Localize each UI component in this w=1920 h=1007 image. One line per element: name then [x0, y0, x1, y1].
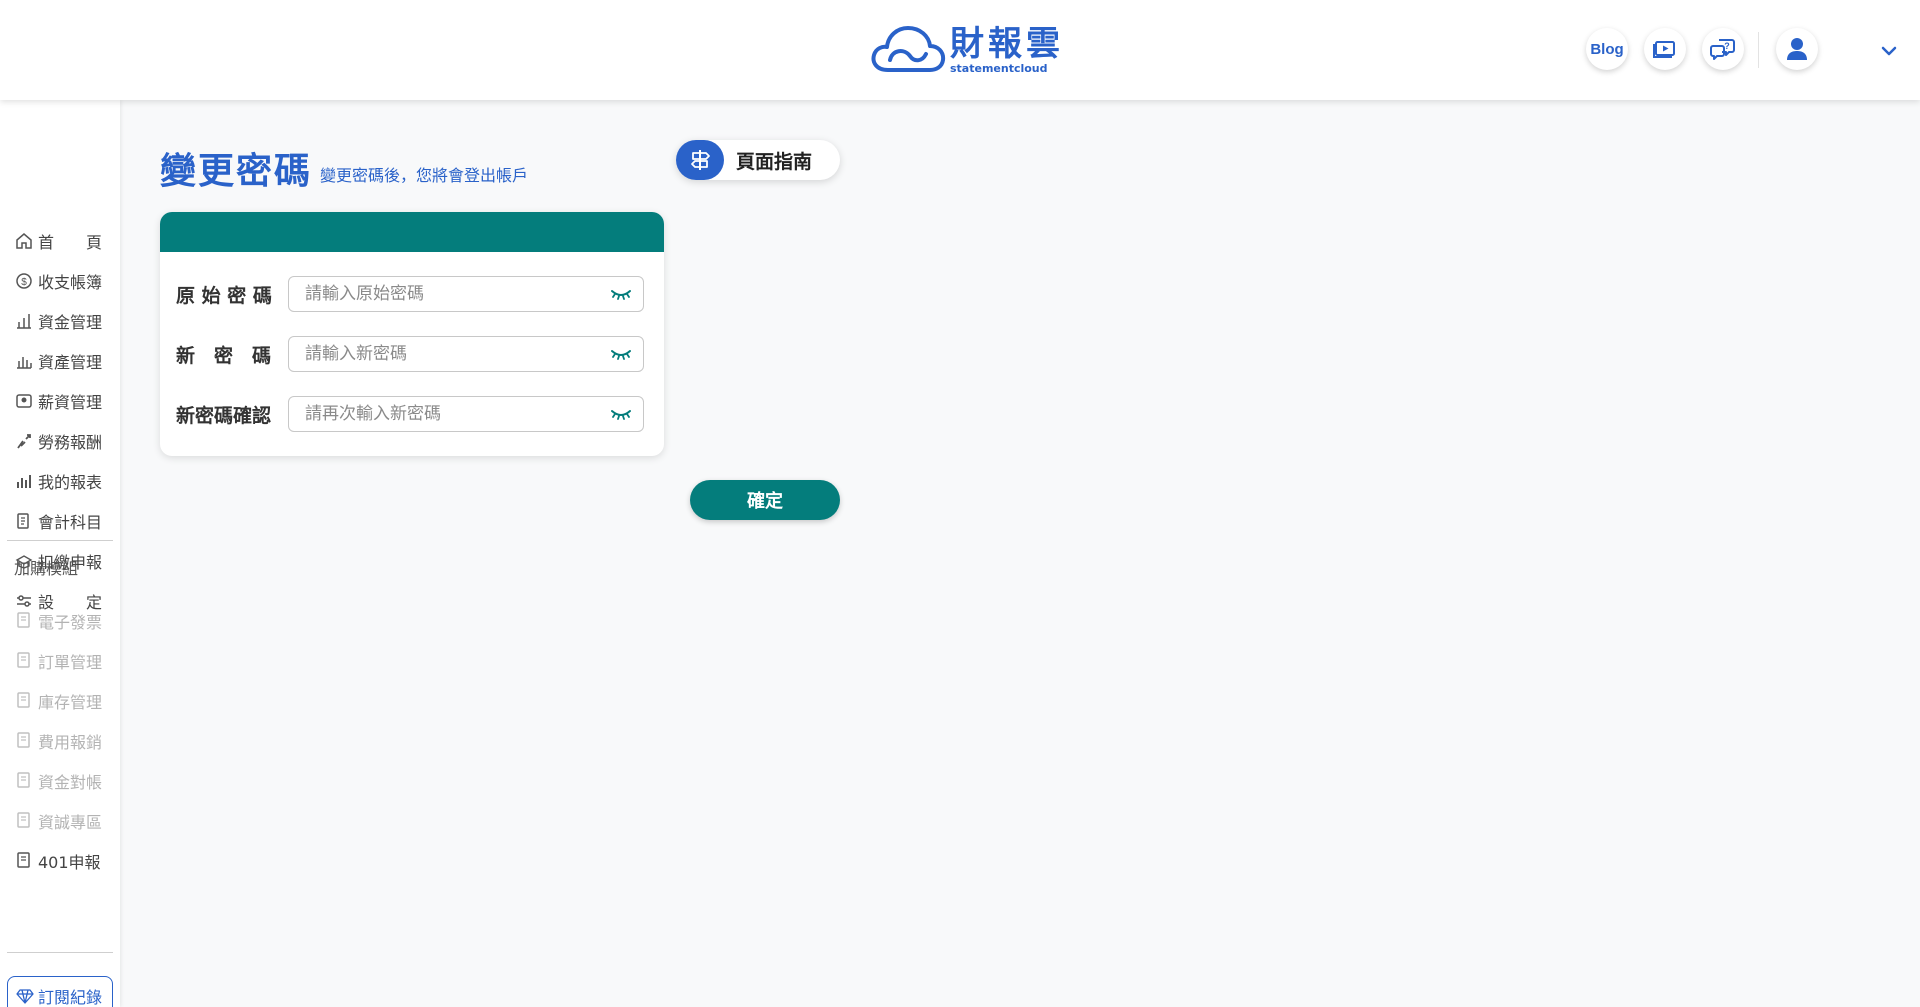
home-icon [14, 231, 34, 251]
sidebar-item-accounts[interactable]: 會計科目 [14, 508, 106, 534]
module-icon [14, 651, 34, 671]
signpost-icon [676, 140, 724, 180]
original-password-input[interactable] [305, 284, 609, 304]
sidebar-item-label: 訂單管理 [38, 653, 103, 672]
module-icon [14, 771, 34, 791]
sidebar-item-label: 資誠專區 [38, 813, 103, 832]
sidebar-item-label: 資產管理 [38, 353, 103, 372]
sidebar-item-expenses[interactable]: 費用報銷 [14, 728, 106, 754]
card-header-bar [160, 212, 664, 252]
labor-icon [14, 431, 34, 451]
sidebar-item-label: 我的報表 [38, 473, 103, 492]
assets-icon [14, 351, 34, 371]
sidebar-item-assets[interactable]: 資產管理 [14, 348, 106, 374]
top-header: 財報雲 statementcloud Blog ? [0, 0, 1920, 100]
user-avatar-button[interactable] [1776, 28, 1818, 70]
help-chat-icon: ? [1710, 39, 1735, 60]
sidebar-item-label: 庫存管理 [38, 693, 103, 712]
module-icon [14, 731, 34, 751]
sidebar-item-label: 首 頁 [38, 233, 103, 252]
module-icon [14, 811, 34, 831]
sidebar-item-label: 電子發票 [38, 613, 103, 632]
blog-button[interactable]: Blog [1586, 28, 1628, 70]
subscription-label: 訂閱紀錄 [38, 988, 103, 1007]
salary-icon [14, 391, 34, 411]
sidebar-item-home[interactable]: 首 頁 [14, 228, 106, 254]
sidebar-divider [7, 540, 113, 541]
sidebar-item-label: 會計科目 [38, 513, 103, 532]
sidebar-item-pwc-zone[interactable]: 資誠專區 [14, 808, 106, 834]
sidebar-item-label: 收支帳簿 [38, 273, 103, 292]
subscription-records-button[interactable]: 訂閱紀錄 [7, 976, 113, 1007]
report-icon [14, 471, 34, 491]
header-divider [1758, 32, 1759, 68]
confirm-password-input[interactable] [305, 404, 609, 424]
sidebar-item-salary[interactable]: 薪資管理 [14, 388, 106, 414]
ledger-icon: $ [14, 271, 34, 291]
svg-text:?: ? [1724, 41, 1730, 51]
new-password-label: 新 密 碼 [176, 344, 272, 367]
new-password-input[interactable] [305, 344, 609, 364]
new-password-field [288, 336, 644, 372]
accounts-icon [14, 511, 34, 531]
logo-subtitle: statementcloud [950, 61, 1048, 75]
logo-title: 財報雲 [950, 23, 1064, 64]
sidebar-item-orders[interactable]: 訂單管理 [14, 648, 106, 674]
video-tutorial-icon [1653, 41, 1675, 58]
user-avatar-icon [1787, 38, 1807, 60]
sidebar-item-report[interactable]: 我的報表 [14, 468, 106, 494]
sidebar-item-ledger[interactable]: $ 收支帳簿 [14, 268, 106, 294]
sidebar-item-401-filing[interactable]: 401申報 [14, 848, 106, 874]
sidebar-item-label: 勞務報酬 [38, 433, 103, 452]
original-password-field [288, 276, 644, 312]
sidebar-item-reconciliation[interactable]: 資金對帳 [14, 768, 106, 794]
confirm-password-row: 新密碼確認 [176, 396, 644, 432]
sidebar-item-labor[interactable]: 勞務報酬 [14, 428, 106, 454]
cloud-logo-icon [871, 26, 946, 72]
sidebar: 首 頁 $ 收支帳簿 資金管理 資產管理 薪資管理 勞務報酬 我的報表 會計科目… [0, 100, 120, 1007]
confirm-button[interactable]: 確定 [690, 480, 840, 520]
eye-closed-icon[interactable] [609, 344, 633, 364]
confirm-password-label: 新密碼確認 [176, 404, 272, 427]
page-title: 變更密碼 [160, 151, 313, 192]
funds-icon [14, 311, 34, 331]
original-password-label: 原 始 密 碼 [176, 284, 272, 307]
page-subtitle: 變更密碼後，您將會登出帳戶 [320, 166, 529, 185]
blog-label: Blog [1590, 40, 1624, 58]
page-guide-button[interactable]: 頁面指南 [676, 140, 840, 180]
sidebar-item-label: 401申報 [38, 853, 101, 872]
sidebar-item-label: 資金管理 [38, 313, 103, 332]
eye-closed-icon[interactable] [609, 404, 633, 424]
password-form-card: 原 始 密 碼 新 密 碼 新密碼確認 [160, 212, 664, 456]
sidebar-item-einvoice[interactable]: 電子發票 [14, 608, 106, 634]
sidebar-item-label: 薪資管理 [38, 393, 103, 412]
sidebar-item-label: 費用報銷 [38, 733, 103, 752]
video-tutorial-button[interactable] [1644, 28, 1686, 70]
original-password-row: 原 始 密 碼 [176, 276, 644, 312]
module-icon [14, 611, 34, 631]
addon-section-title: 加購模組 [14, 559, 79, 578]
confirm-password-field [288, 396, 644, 432]
chevron-down-icon[interactable] [1878, 40, 1900, 62]
logo[interactable]: 財報雲 statementcloud [870, 22, 1064, 76]
sidebar-divider [7, 952, 113, 953]
help-chat-button[interactable]: ? [1702, 28, 1744, 70]
module-icon [14, 851, 34, 871]
sidebar-item-label: 資金對帳 [38, 773, 103, 792]
svg-text:$: $ [21, 277, 27, 288]
sidebar-item-inventory[interactable]: 庫存管理 [14, 688, 106, 714]
sidebar-item-funds[interactable]: 資金管理 [14, 308, 106, 334]
page-guide-label: 頁面指南 [736, 150, 813, 173]
new-password-row: 新 密 碼 [176, 336, 644, 372]
module-icon [14, 691, 34, 711]
diamond-icon [16, 988, 34, 1004]
eye-closed-icon[interactable] [609, 284, 633, 304]
